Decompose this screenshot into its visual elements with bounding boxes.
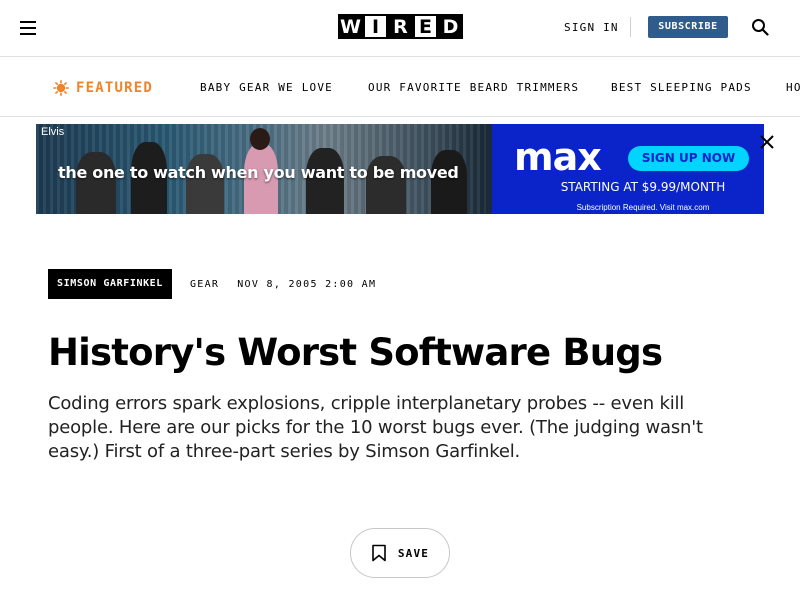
ad-brand-logo: max xyxy=(514,135,602,179)
article-dek: Coding errors spark explosions, cripple … xyxy=(48,393,703,462)
nav-item-truncated[interactable]: HO xyxy=(786,81,800,94)
ad-performer-head xyxy=(250,128,270,150)
sun-burst-icon xyxy=(53,80,69,96)
search-icon[interactable] xyxy=(751,18,771,38)
featured-text: FEATURED xyxy=(76,80,154,96)
save-label: SAVE xyxy=(397,546,430,560)
featured-nav: FEATURED BABY GEAR WE LOVE OUR FAVORITE … xyxy=(0,57,800,117)
publish-date: NOV 8, 2005 2:00 AM xyxy=(237,278,377,290)
ad-price: STARTING AT $9.99/MONTH xyxy=(560,180,726,194)
article-meta: SIMSON GARFINKEL GEAR NOV 8, 2005 2:00 A… xyxy=(48,269,376,299)
wired-logo[interactable]: W I R E D xyxy=(338,14,463,39)
ad-signup-button[interactable]: SIGN UP NOW xyxy=(628,146,749,171)
ad-banner[interactable]: Elvis the one to watch when you want to … xyxy=(36,124,764,214)
nav-item-sleeping-pads[interactable]: BEST SLEEPING PADS xyxy=(611,81,752,94)
nav-item-baby-gear[interactable]: BABY GEAR WE LOVE xyxy=(200,81,333,94)
logo-letter: I xyxy=(363,14,388,39)
hamburger-menu-icon[interactable] xyxy=(20,21,36,35)
close-icon[interactable] xyxy=(758,133,776,151)
featured-label: FEATURED xyxy=(53,80,153,96)
logo-letter: W xyxy=(338,14,363,39)
header-divider xyxy=(630,17,631,37)
ad-tagline: the one to watch when you want to be mov… xyxy=(58,163,459,182)
bookmark-icon xyxy=(372,544,386,562)
ad-figure xyxy=(76,152,116,214)
category-link[interactable]: GEAR xyxy=(190,279,219,290)
ad-corner-label: Elvis xyxy=(41,126,65,138)
article-title: History's Worst Software Bugs xyxy=(48,331,663,374)
save-button[interactable]: SAVE xyxy=(350,528,450,578)
site-header: W I R E D SIGN IN SUBSCRIBE xyxy=(0,0,800,57)
author-byline[interactable]: SIMSON GARFINKEL xyxy=(48,269,172,299)
logo-letter: E xyxy=(413,14,438,39)
sign-in-link[interactable]: SIGN IN xyxy=(564,21,619,34)
subscribe-button[interactable]: SUBSCRIBE xyxy=(648,16,728,38)
ad-figure xyxy=(431,150,467,214)
logo-letter: D xyxy=(438,14,463,39)
logo-letter: R xyxy=(388,14,413,39)
ad-fine-print: Subscription Required. Visit max.com xyxy=(576,203,710,212)
nav-item-beard-trimmers[interactable]: OUR FAVORITE BEARD TRIMMERS xyxy=(368,81,579,94)
